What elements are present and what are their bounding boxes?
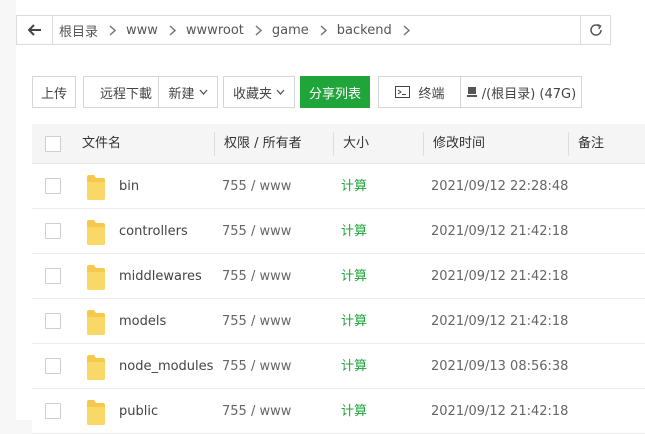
refresh-button[interactable]: [580, 16, 610, 44]
select-all-checkbox[interactable]: [45, 136, 61, 152]
chevron-down-icon: [199, 89, 208, 95]
table-row[interactable]: bin 755 / www 计算 2021/09/12 22:28:48: [32, 164, 645, 209]
chevron-down-icon: [276, 89, 285, 95]
favorites-label: 收藏夹: [232, 86, 272, 102]
table-row[interactable]: controllers 755 / www 计算 2021/09/12 21:42:1…: [32, 209, 645, 254]
file-table-header: 文件名 权限 / 所有者 大小 修改时间 备注: [32, 124, 645, 164]
file-name[interactable]: middlewares: [119, 254, 202, 299]
column-divider: [423, 132, 424, 156]
row-checkbox[interactable]: [45, 358, 61, 374]
breadcrumb-label: 根目录: [59, 24, 99, 40]
breadcrumb-label: www: [126, 22, 158, 38]
refresh-icon: [589, 23, 602, 36]
back-button[interactable]: [17, 16, 53, 44]
modified-time: 2021/09/12 22:28:48: [431, 179, 569, 194]
file-name[interactable]: bin: [119, 164, 139, 209]
size-calculate-link[interactable]: 计算: [341, 299, 367, 344]
breadcrumb-item-backend[interactable]: backend: [337, 23, 420, 38]
chevron-right-icon: [255, 24, 262, 36]
arrow-left-icon: [27, 24, 41, 36]
breadcrumb-item-www[interactable]: www: [126, 23, 186, 38]
remote-download-button[interactable]: 远程下載: [83, 76, 169, 108]
permission-owner: 755 / www: [222, 269, 292, 284]
header-permission[interactable]: 权限 / 所有者: [224, 124, 302, 164]
size-calculate-link[interactable]: 计算: [341, 254, 367, 299]
upload-button[interactable]: 上传: [32, 76, 76, 108]
file-name[interactable]: node_modules: [119, 344, 213, 389]
chevron-right-icon: [403, 24, 410, 36]
size-calculate-link[interactable]: 计算: [341, 164, 367, 209]
modified-time: 2021/09/12 21:42:18: [431, 269, 569, 284]
terminal-label: 终端: [418, 86, 445, 102]
disk-label: /(根目录) (47G): [481, 86, 577, 102]
chevron-right-icon: [109, 24, 117, 36]
breadcrumb-item-game[interactable]: game: [272, 23, 337, 38]
breadcrumb-item-root[interactable]: 根目录: [59, 21, 126, 40]
folder-icon: [87, 355, 105, 380]
breadcrumb-label: backend: [336, 22, 392, 38]
share-list-label: 分享列表: [308, 86, 361, 102]
modified-time: 2021/09/13 08:56:38: [431, 359, 569, 374]
size-calculate-link[interactable]: 计算: [341, 389, 367, 434]
row-checkbox[interactable]: [45, 178, 61, 194]
row-checkbox[interactable]: [45, 313, 61, 329]
table-row[interactable]: node_modules 755 / www 计算 2021/09/13 08:56:…: [32, 344, 645, 389]
header-name[interactable]: 文件名: [82, 124, 121, 164]
size-calculate-link[interactable]: 计算: [341, 344, 367, 389]
permission-owner: 755 / www: [222, 404, 292, 419]
new-dropdown-button[interactable]: 新建: [158, 76, 218, 108]
disk-icon: [466, 86, 478, 98]
breadcrumb-label: wwwroot: [185, 22, 244, 38]
folder-icon: [87, 310, 105, 335]
permission-owner: 755 / www: [222, 359, 292, 374]
file-name[interactable]: models: [119, 299, 166, 344]
remote-download-label: 远程下載: [99, 86, 152, 102]
breadcrumb: 根目录 www wwwroot game backend: [53, 16, 580, 44]
column-divider: [568, 132, 569, 156]
header-note[interactable]: 备注: [578, 124, 604, 164]
folder-icon: [87, 175, 105, 200]
terminal-icon: [395, 86, 411, 98]
chevron-right-icon: [169, 24, 176, 36]
table-row[interactable]: models 755 / www 计算 2021/09/12 21:42:18: [32, 299, 645, 344]
terminal-button[interactable]: 终端: [378, 76, 462, 108]
chevron-right-icon: [320, 24, 327, 36]
breadcrumb-label: game: [271, 22, 309, 38]
modified-time: 2021/09/12 21:42:18: [431, 224, 569, 239]
share-list-button[interactable]: 分享列表: [300, 76, 370, 108]
upload-label: 上传: [40, 86, 67, 102]
folder-icon: [87, 400, 105, 425]
column-divider: [214, 132, 215, 156]
column-divider: [333, 132, 334, 156]
disk-button[interactable]: /(根目录) (47G): [460, 76, 582, 108]
permission-owner: 755 / www: [222, 224, 292, 239]
modified-time: 2021/09/12 21:42:18: [431, 404, 569, 419]
row-checkbox[interactable]: [45, 403, 61, 419]
row-checkbox[interactable]: [45, 268, 61, 284]
path-bar: 根目录 www wwwroot game backend: [16, 15, 611, 45]
table-row[interactable]: middlewares 755 / www 计算 2021/09/12 21:42:1…: [32, 254, 645, 299]
header-modified-time[interactable]: 修改时间: [433, 124, 485, 164]
folder-icon: [87, 265, 105, 290]
favorites-dropdown-button[interactable]: 收藏夹: [223, 76, 295, 108]
permission-owner: 755 / www: [222, 179, 292, 194]
file-name[interactable]: controllers: [119, 209, 188, 254]
folder-icon: [87, 220, 105, 245]
breadcrumb-item-wwwroot[interactable]: wwwroot: [186, 23, 272, 38]
new-label: 新建: [168, 86, 195, 102]
row-checkbox[interactable]: [45, 223, 61, 239]
table-row[interactable]: public 755 / www 计算 2021/09/12 21:42:18: [32, 389, 645, 434]
file-name[interactable]: public: [119, 389, 158, 434]
modified-time: 2021/09/12 21:42:18: [431, 314, 569, 329]
header-size[interactable]: 大小: [343, 124, 369, 164]
size-calculate-link[interactable]: 计算: [341, 209, 367, 254]
permission-owner: 755 / www: [222, 314, 292, 329]
